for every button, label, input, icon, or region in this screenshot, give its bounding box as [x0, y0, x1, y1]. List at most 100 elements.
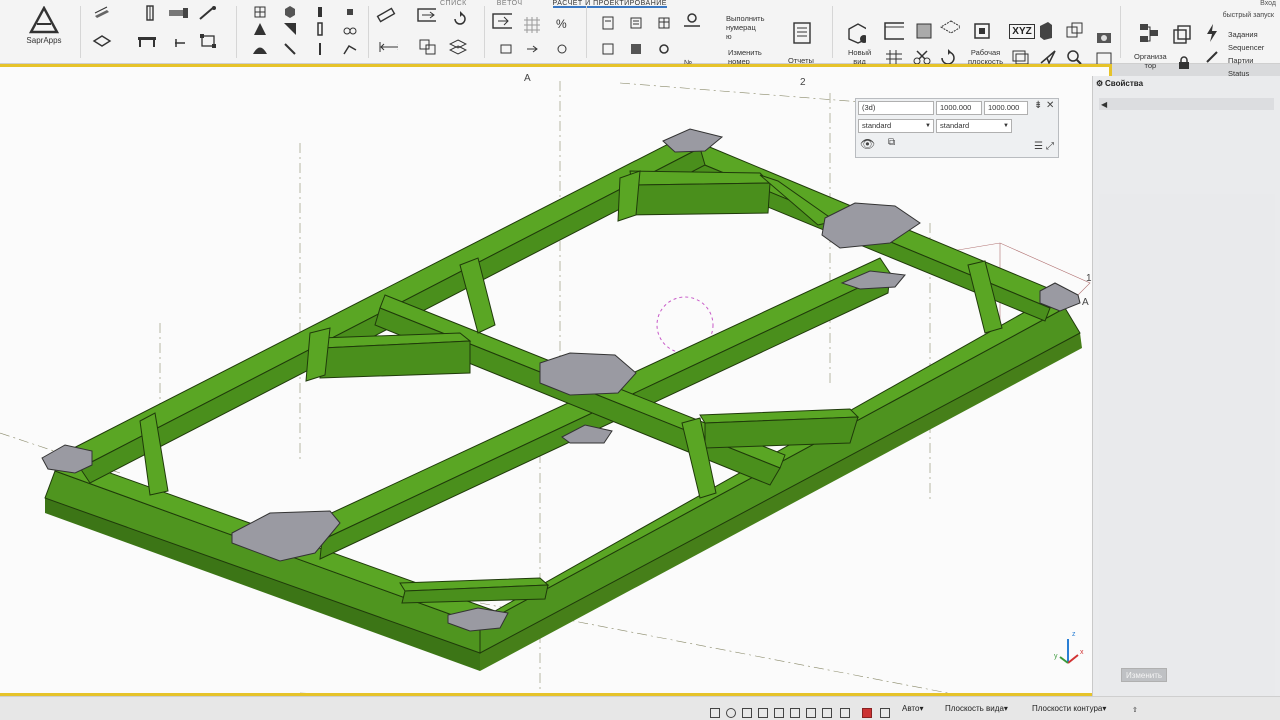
eye-visibility-icon[interactable]: 👁 [860, 137, 875, 151]
properties-collapse-bar[interactable]: ◀ [1099, 98, 1274, 110]
side-item-lots[interactable]: Партии [1228, 54, 1264, 67]
diamond-view-icon[interactable] [940, 18, 960, 36]
window-icon[interactable] [884, 22, 904, 40]
view-depth-down-field[interactable]: 1000.000 [984, 101, 1028, 115]
coins-icon[interactable] [340, 20, 360, 38]
expand-icon[interactable]: ⤢ [1046, 141, 1054, 152]
quick-launch-input[interactable]: быстрый запуск [1223, 12, 1274, 19]
collapse-arrow-icon[interactable]: ◀ [1101, 100, 1107, 109]
view-name-field[interactable]: (3d) [858, 101, 934, 115]
numbering-settings-icon[interactable] [654, 40, 674, 58]
weld-tool-icon[interactable] [198, 4, 218, 22]
numbering-assembly-icon[interactable] [626, 40, 646, 58]
new-view-icon[interactable] [846, 23, 866, 44]
slot-icon[interactable] [310, 20, 330, 38]
snap-extension-icon[interactable] [880, 708, 890, 718]
attach-icon[interactable] [552, 40, 572, 58]
column-icon[interactable] [140, 4, 160, 22]
crosshair-icon[interactable] [1064, 22, 1084, 40]
numbering-run-icon[interactable] [682, 12, 702, 30]
snap-end-icon[interactable] [758, 708, 768, 718]
xyz-coordinate-icon[interactable]: XYZ [1009, 22, 1035, 40]
numbering-table-icon[interactable] [654, 14, 674, 32]
view-plane-select[interactable]: Плоскость вида▾ [945, 704, 1008, 713]
side-item-tasks[interactable]: Задания [1228, 28, 1264, 41]
import-icon[interactable] [492, 12, 512, 30]
copy-icon[interactable] [418, 38, 438, 56]
status-extra-icon[interactable]: ⇧ [1132, 706, 1138, 714]
move-icon[interactable] [416, 6, 436, 24]
snap-icon[interactable] [710, 708, 720, 718]
block-3d-icon[interactable] [1036, 22, 1056, 40]
triangle-icon[interactable] [250, 20, 270, 38]
run-numbering-label[interactable]: Выполнить нумерац ю [726, 14, 765, 41]
wand-icon[interactable] [1202, 48, 1222, 66]
copy-model-icon[interactable] [1172, 25, 1192, 44]
diamond-icon[interactable] [340, 3, 360, 21]
bolt-row-icon[interactable] [168, 4, 188, 22]
reports-icon[interactable] [792, 22, 812, 44]
plate-icon[interactable] [92, 32, 112, 50]
ruler-icon[interactable] [376, 6, 396, 24]
small-part-icon[interactable] [496, 40, 516, 58]
layers-icon[interactable] [448, 38, 468, 56]
numbering-doc-icon[interactable] [598, 14, 618, 32]
numbering-part-icon[interactable] [598, 40, 618, 58]
outer-beam-right[interactable] [479, 294, 1081, 654]
dome-icon[interactable] [250, 40, 270, 58]
work-plane-icon[interactable] [972, 22, 992, 40]
edge-icon[interactable] [280, 40, 300, 58]
view-cube-icon[interactable]: ⧉ [888, 137, 895, 148]
view-representation-select[interactable]: standard ▼ [936, 119, 1012, 133]
dimension-icon[interactable] [378, 38, 398, 56]
sign-in-link[interactable]: Вход [1260, 0, 1276, 7]
snap-active-icon[interactable] [862, 708, 872, 718]
inner-transverse-beam-left[interactable] [319, 332, 472, 379]
hatch-grid-icon[interactable] [522, 16, 542, 34]
lock-icon[interactable] [1174, 54, 1194, 72]
line-icon[interactable] [310, 40, 330, 58]
close-icon[interactable]: ✕ [1046, 100, 1054, 111]
steel-frame-model[interactable] [0, 67, 1112, 696]
snap-line-icon[interactable] [774, 708, 784, 718]
beam-icon[interactable] [92, 4, 112, 22]
sapr-apps-button[interactable]: SaprApps [14, 6, 74, 56]
organizer-icon[interactable] [1138, 24, 1158, 42]
tab-branch[interactable]: ВЕТОЧ [497, 0, 523, 8]
tab-analysis-design[interactable]: РАСЧЕТ И ПРОЕКТИРОВАНИЕ [552, 0, 667, 8]
power-bolt-icon[interactable] [1202, 24, 1222, 42]
table-part-icon[interactable] [136, 32, 156, 50]
clip-plane-icon[interactable] [914, 22, 934, 40]
rotate-icon[interactable] [450, 10, 470, 28]
snap-perpendicular-icon[interactable] [822, 708, 832, 718]
cube-icon[interactable] [280, 3, 300, 21]
model-3d-viewport[interactable]: А 2 А 1 Б z x y [0, 64, 1112, 696]
contour-plane-select[interactable]: Плоскости контура▾ [1032, 704, 1106, 713]
snap-node-icon[interactable] [806, 708, 816, 718]
view-depth-up-field[interactable]: 1000.000 [936, 101, 982, 115]
polyline-icon[interactable] [340, 40, 360, 58]
select-box-icon[interactable] [198, 32, 218, 50]
modify-button[interactable]: Изменить [1121, 668, 1167, 682]
percent-icon[interactable]: % [552, 14, 572, 32]
inner-transverse-beam-right[interactable] [699, 408, 860, 449]
grid-icon[interactable] [250, 3, 270, 21]
anchor-icon[interactable] [170, 34, 190, 52]
camera-icon[interactable] [1094, 28, 1114, 46]
list-icon[interactable]: ☰ [1034, 141, 1043, 152]
snap-circle-icon[interactable] [726, 708, 736, 718]
view-filter-select[interactable]: standard ▼ [858, 119, 934, 133]
snap-tangent-icon[interactable] [840, 708, 850, 718]
snap-grid-icon[interactable] [790, 708, 800, 718]
pin-icon[interactable]: ⇟ [1034, 100, 1042, 111]
snap-midpoint-icon[interactable] [742, 708, 752, 718]
numbering-list-icon[interactable] [626, 14, 646, 32]
extend-icon[interactable] [522, 40, 542, 58]
tab-list[interactable]: СПИСК [440, 0, 467, 8]
side-item-sequencer[interactable]: Sequencer [1228, 41, 1264, 54]
snap-mode-select[interactable]: Авто▾ [902, 704, 923, 713]
point-icon[interactable] [310, 3, 330, 21]
inner-transverse-beam-bottom[interactable] [399, 577, 550, 604]
corner-icon[interactable] [280, 20, 300, 38]
organizer-label[interactable]: Организа тор [1134, 52, 1167, 70]
